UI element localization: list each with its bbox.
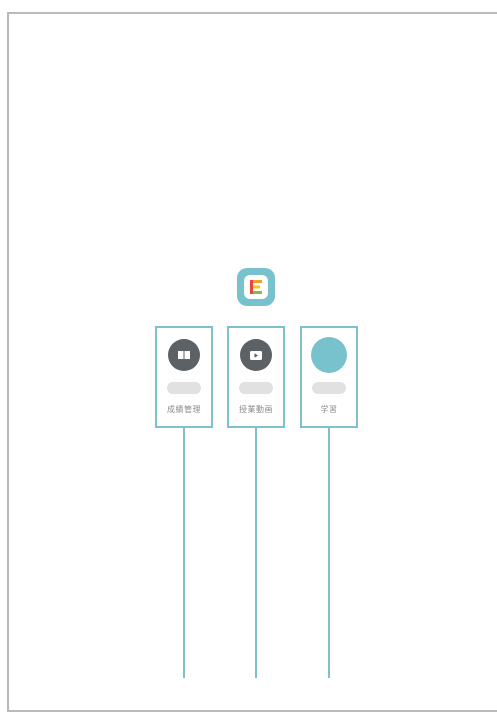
connector-line: [328, 428, 330, 678]
card-label: 成績管理: [167, 405, 201, 414]
placeholder-pill: [312, 382, 346, 394]
card-class-video[interactable]: 授業動画: [227, 326, 285, 428]
teal-dot-icon: [311, 337, 347, 373]
video-icon: [240, 339, 272, 371]
connector-line: [183, 428, 185, 678]
letter-e-icon: [250, 280, 262, 294]
card-grade-management[interactable]: 成績管理: [155, 326, 213, 428]
placeholder-pill: [239, 382, 273, 394]
app-logo-inner: [244, 275, 268, 299]
card-label: 学習: [320, 405, 338, 414]
card-study[interactable]: 学習: [300, 326, 358, 428]
card-label: 授業動画: [239, 405, 273, 414]
book-icon: [168, 339, 200, 371]
placeholder-pill: [167, 382, 201, 394]
connector-line: [255, 428, 257, 678]
app-logo-icon: [237, 268, 275, 306]
